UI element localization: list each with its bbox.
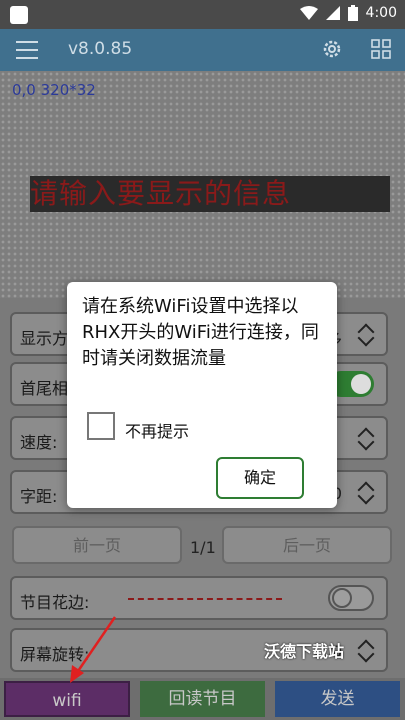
readback-button[interactable]: 回读节目 — [140, 681, 265, 717]
border-toggle[interactable] — [328, 585, 374, 611]
led-message[interactable]: 请输入要显示的信息 — [30, 176, 390, 212]
menu-icon[interactable] — [16, 41, 38, 65]
notification-icon — [10, 6, 28, 24]
wifi-hint-dialog: 请在系统WiFi设置中选择以RHX开头的WiFi进行连接，同时请关闭数据流量 不… — [67, 282, 337, 508]
watermark: 沃德下载站 — [264, 642, 345, 661]
prev-page-button[interactable]: 前一页 — [12, 526, 182, 564]
spinner-arrows-icon[interactable] — [357, 478, 375, 508]
gear-icon[interactable] — [321, 38, 343, 60]
grid-icon[interactable] — [371, 39, 391, 59]
signal-icon — [325, 6, 340, 20]
next-page-button[interactable]: 后一页 — [222, 526, 392, 564]
led-preview[interactable]: 0,0 320*32 请输入要显示的信息 — [0, 71, 405, 298]
preview-coords: 0,0 320*32 — [12, 81, 96, 99]
battery-icon — [347, 5, 358, 21]
border-label: 节目花边: — [20, 593, 90, 612]
dialog-message: 请在系统WiFi设置中选择以RHX开头的WiFi进行连接，同时请关闭数据流量 — [82, 296, 319, 369]
status-time: 4:00 — [365, 5, 397, 21]
page-indicator: 1/1 — [190, 538, 216, 557]
red-arrow-annotation — [70, 616, 117, 683]
ok-button[interactable]: 确定 — [216, 457, 304, 499]
dont-show-checkbox[interactable] — [87, 412, 115, 440]
head-tail-label: 首尾相 — [20, 379, 69, 398]
display-mode-label: 显示方 — [20, 329, 69, 348]
spinner-arrows-icon[interactable] — [357, 424, 375, 454]
speed-label: 速度: — [20, 433, 58, 452]
wifi-icon — [299, 6, 318, 20]
send-button[interactable]: 发送 — [275, 681, 400, 717]
status-bar: 4:00 — [0, 0, 405, 29]
app-bar: v8.0.85 — [0, 29, 405, 71]
spinner-arrows-icon[interactable] — [357, 636, 375, 666]
wifi-button[interactable]: wifi — [4, 681, 130, 717]
border-preview-line — [128, 598, 282, 600]
spinner-arrows-icon[interactable] — [357, 320, 375, 350]
app-version: v8.0.85 — [68, 39, 133, 59]
dont-show-label[interactable]: 不再提示 — [125, 418, 189, 442]
char-spacing-label: 字距: — [20, 487, 58, 506]
